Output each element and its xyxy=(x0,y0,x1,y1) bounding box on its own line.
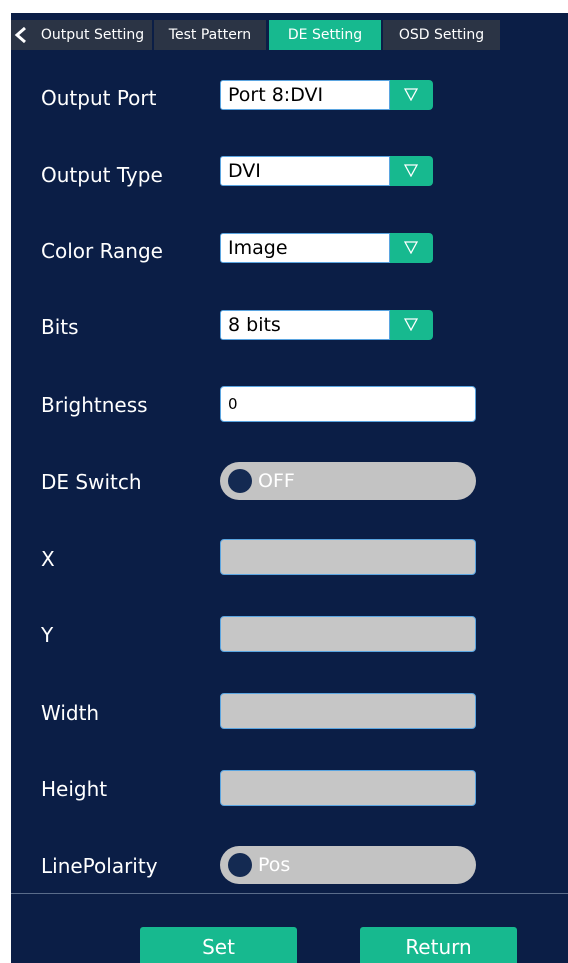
height-field-box xyxy=(220,770,476,806)
return-button[interactable]: Return xyxy=(360,927,517,963)
output-port-value: Port 8:DVI xyxy=(220,80,390,110)
bits-dropdown-button[interactable] xyxy=(390,310,433,340)
y-label: Y xyxy=(41,623,54,647)
y-field-box xyxy=(220,616,476,652)
triangle-down-icon xyxy=(404,241,418,254)
brightness-label: Brightness xyxy=(41,393,148,417)
tab-osd-setting[interactable]: OSD Setting xyxy=(383,20,500,50)
color-range-dropdown[interactable]: Image xyxy=(220,233,433,263)
triangle-down-icon xyxy=(404,164,418,177)
triangle-down-icon xyxy=(404,318,418,331)
color-range-label: Color Range xyxy=(41,239,163,263)
color-range-dropdown-button[interactable] xyxy=(390,233,433,263)
brightness-field-box xyxy=(220,386,476,422)
bits-dropdown[interactable]: 8 bits xyxy=(220,310,433,340)
height-label: Height xyxy=(41,777,108,801)
output-port-dropdown-button[interactable] xyxy=(390,80,433,110)
toggle-knob xyxy=(228,853,252,877)
x-label: X xyxy=(41,547,55,571)
line-polarity-toggle[interactable]: Pos xyxy=(220,846,476,884)
width-input[interactable] xyxy=(221,694,475,728)
de-switch-toggle[interactable]: OFF xyxy=(220,462,476,500)
bits-value: 8 bits xyxy=(220,310,390,340)
tab-de-setting[interactable]: DE Setting xyxy=(269,20,381,50)
width-field-box xyxy=(220,693,476,729)
set-button[interactable]: Set xyxy=(140,927,297,963)
line-polarity-label: LinePolarity xyxy=(41,854,158,878)
x-input[interactable] xyxy=(221,540,475,574)
output-port-dropdown[interactable]: Port 8:DVI xyxy=(220,80,433,110)
back-button[interactable] xyxy=(11,20,33,50)
width-label: Width xyxy=(41,701,100,725)
output-type-dropdown-button[interactable] xyxy=(390,156,433,186)
tab-test-pattern[interactable]: Test Pattern xyxy=(154,20,266,50)
height-input[interactable] xyxy=(221,771,475,805)
output-type-dropdown[interactable]: DVI xyxy=(220,156,433,186)
tab-bar: Output Setting Test Pattern DE Setting O… xyxy=(11,13,568,51)
de-switch-label: DE Switch xyxy=(41,470,142,494)
toggle-knob xyxy=(228,469,252,493)
output-port-label: Output Port xyxy=(41,86,157,110)
output-type-value: DVI xyxy=(220,156,390,186)
de-setting-panel: Output Setting Test Pattern DE Setting O… xyxy=(11,13,568,963)
line-polarity-state: Pos xyxy=(258,854,291,876)
chevron-left-icon xyxy=(14,27,26,43)
brightness-input[interactable] xyxy=(221,387,475,421)
color-range-value: Image xyxy=(220,233,390,263)
y-input[interactable] xyxy=(221,617,475,651)
tab-output-setting[interactable]: Output Setting xyxy=(33,20,152,50)
footer-divider xyxy=(11,893,568,894)
x-field-box xyxy=(220,539,476,575)
triangle-down-icon xyxy=(404,88,418,101)
output-type-label: Output Type xyxy=(41,163,163,187)
de-switch-state: OFF xyxy=(258,470,295,492)
bits-label: Bits xyxy=(41,315,79,339)
